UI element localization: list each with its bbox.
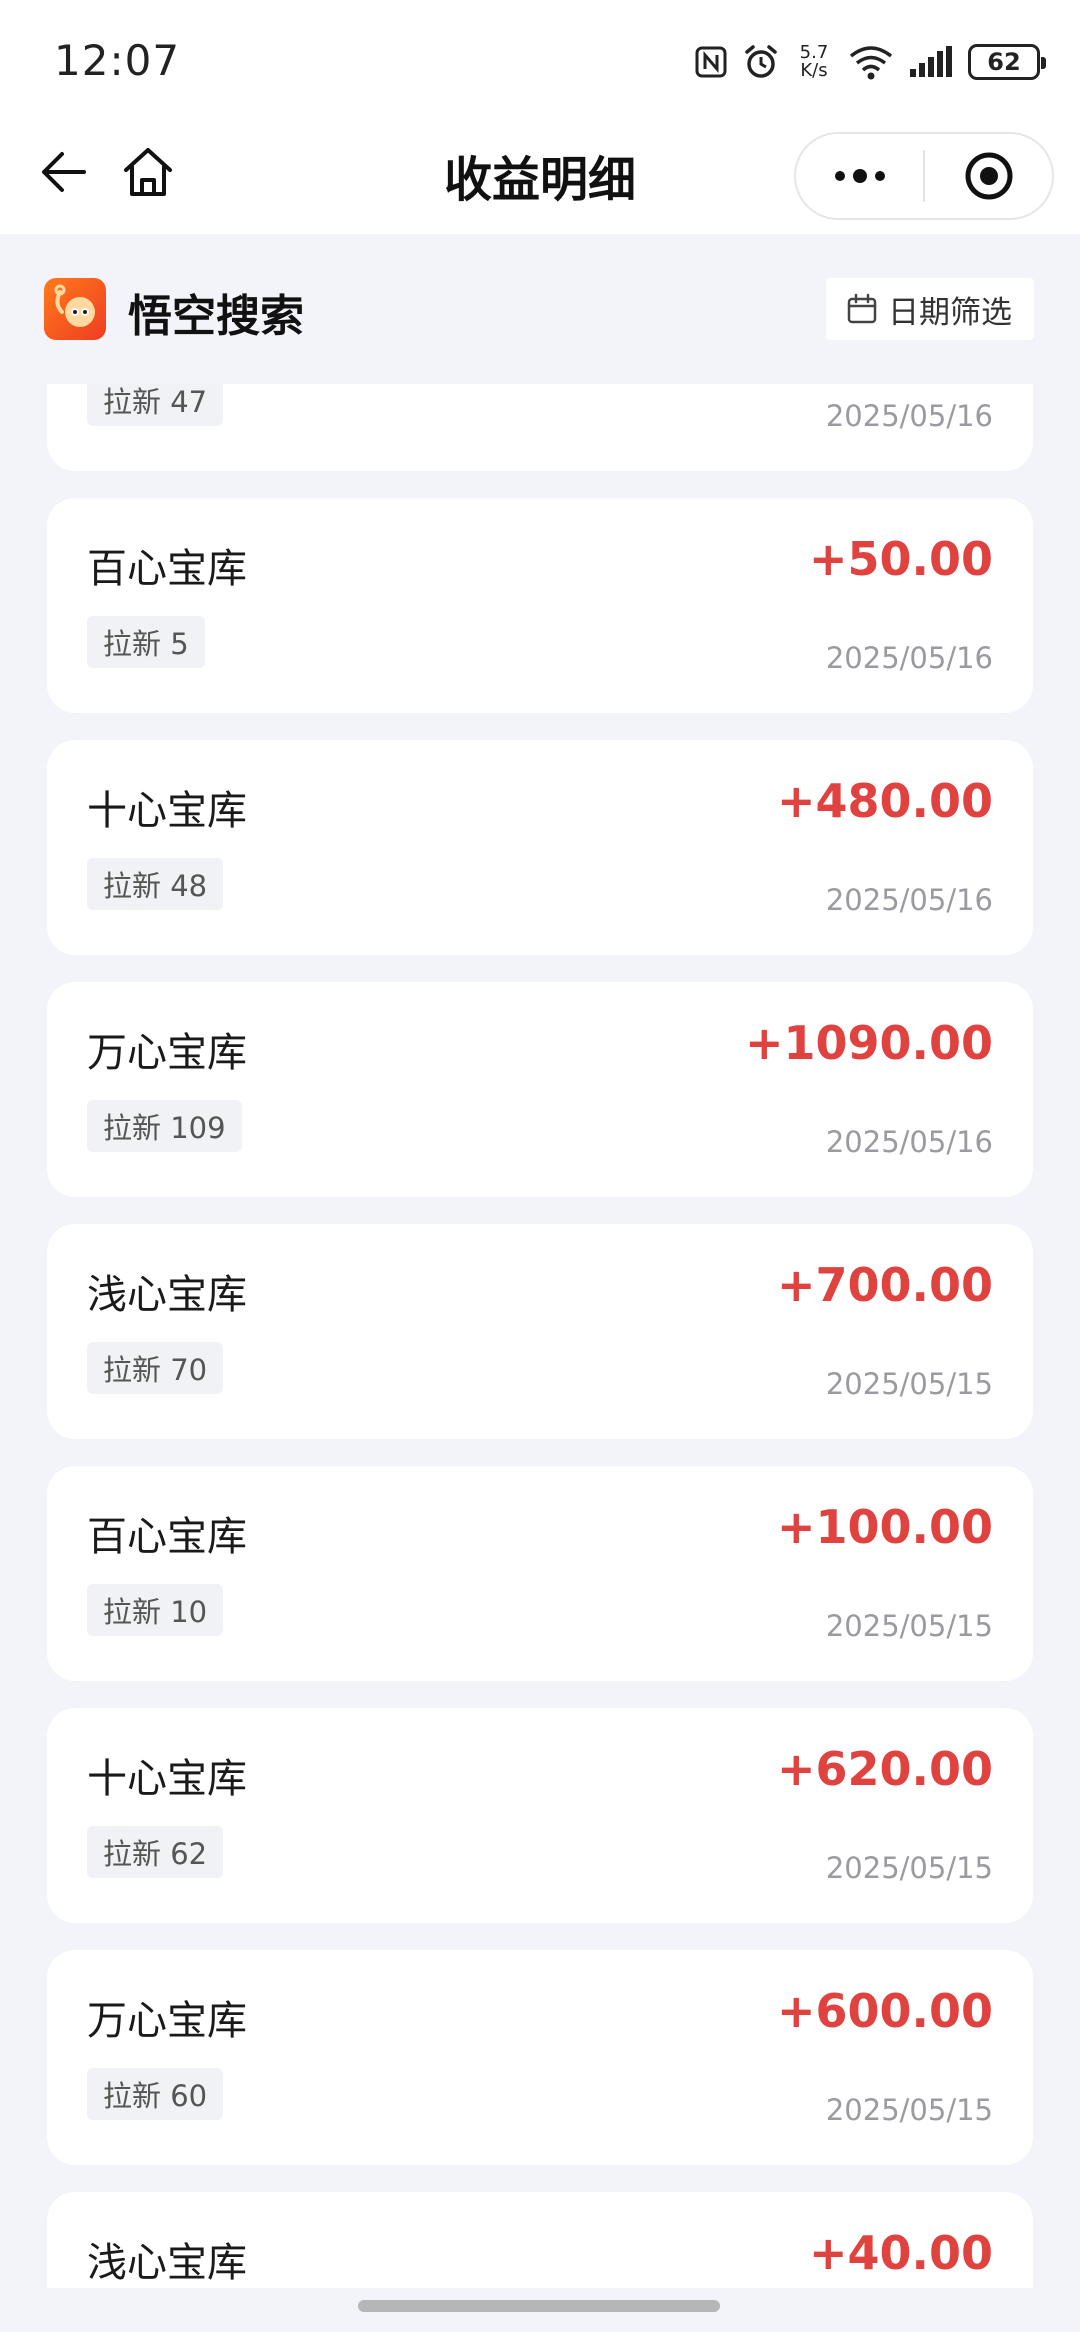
network-speed: 5.7 K/s [794, 44, 834, 80]
calendar-icon [847, 293, 877, 324]
record-name: 百心宝库 [87, 1514, 247, 1560]
record-tag: 拉新 60 [87, 2068, 224, 2120]
battery-level: 62 [987, 48, 1021, 76]
record-name: 十心宝库 [87, 1756, 247, 1802]
record-tag: 拉新 47 [87, 384, 224, 426]
record-amount: +620.00 [776, 1742, 993, 1796]
record-date: 2025/05/15 [825, 1851, 993, 1885]
nfc-icon [695, 46, 727, 78]
app-name: 悟空搜索 [128, 291, 304, 342]
more-button[interactable] [796, 134, 923, 218]
earning-record-card[interactable]: 百心宝库 +50.00 拉新 5 2025/05/16 [47, 498, 1033, 713]
record-date: 2025/05/15 [825, 2093, 993, 2127]
earning-record-card[interactable]: 十心宝库 +480.00 拉新 48 2025/05/16 [47, 740, 1033, 955]
earning-record-card[interactable]: 万心宝库 +1090.00 拉新 109 2025/05/16 [47, 982, 1033, 1197]
close-mini-program-button[interactable] [925, 134, 1052, 218]
record-amount: +700.00 [776, 1258, 993, 1312]
earning-record-card[interactable]: 万心宝库 +600.00 拉新 60 2025/05/15 [47, 1950, 1033, 2165]
target-circle-icon [965, 152, 1012, 200]
record-date: 2025/05/16 [825, 1125, 993, 1159]
earning-record-card[interactable]: 拉新 47 2025/05/16 [47, 384, 1033, 471]
record-date: 2025/05/16 [825, 641, 993, 675]
record-name: 万心宝库 [87, 1998, 247, 2044]
record-amount: +50.00 [808, 532, 993, 586]
wifi-icon [849, 46, 893, 80]
record-date: 2025/05/15 [825, 1609, 993, 1643]
record-name: 万心宝库 [87, 1030, 247, 1076]
date-filter-label: 日期筛选 [888, 294, 1012, 331]
monkey-logo-icon [54, 284, 95, 327]
earning-record-card[interactable]: 百心宝库 +100.00 拉新 10 2025/05/15 [47, 1466, 1033, 1681]
app-logo [44, 278, 106, 340]
record-name: 十心宝库 [87, 788, 247, 834]
earning-record-card[interactable]: 浅心宝库 +700.00 拉新 70 2025/05/15 [47, 1224, 1033, 1439]
record-tag: 拉新 48 [87, 858, 224, 910]
record-tag: 拉新 109 [87, 1100, 242, 1152]
battery-icon: 62 [968, 44, 1046, 80]
record-tag: 拉新 10 [87, 1584, 224, 1636]
record-date: 2025/05/15 [825, 1367, 993, 1401]
home-indicator[interactable] [358, 2300, 720, 2312]
mini-program-capsule [794, 132, 1054, 220]
nav-bar: 收益明细 [0, 120, 1080, 234]
network-speed-unit: K/s [800, 60, 828, 81]
record-amount: +600.00 [776, 1984, 993, 2038]
alarm-icon [745, 45, 777, 78]
earnings-list-content: 拉新 47 2025/05/16 百心宝库 +50.00 拉新 5 2025/0… [47, 384, 1033, 2288]
record-name: 百心宝库 [87, 546, 247, 592]
status-time: 12:07 [54, 36, 181, 85]
status-bar: 12:07 5.7 K/s 62 [0, 0, 1080, 120]
more-dots-icon [834, 169, 885, 183]
record-name: 浅心宝库 [87, 2240, 247, 2286]
record-tag: 拉新 70 [87, 1342, 224, 1394]
record-name: 浅心宝库 [87, 1272, 247, 1318]
app-header: 悟空搜索 日期筛选 [0, 234, 1080, 384]
earning-record-card[interactable]: 十心宝库 +620.00 拉新 62 2025/05/15 [47, 1708, 1033, 1923]
earning-record-card[interactable]: 浅心宝库 +40.00 [47, 2192, 1033, 2288]
record-amount: +1090.00 [744, 1016, 993, 1070]
record-amount: +100.00 [776, 1500, 993, 1554]
record-amount: +40.00 [808, 2226, 993, 2280]
earnings-list[interactable]: 拉新 47 2025/05/16 百心宝库 +50.00 拉新 5 2025/0… [0, 384, 1080, 2288]
record-tag: 拉新 62 [87, 1826, 224, 1878]
record-date: 2025/05/16 [825, 399, 993, 433]
date-filter-button[interactable]: 日期筛选 [826, 278, 1034, 340]
record-date: 2025/05/16 [825, 883, 993, 917]
record-tag: 拉新 5 [87, 616, 205, 668]
record-amount: +480.00 [776, 774, 993, 828]
signal-icon [910, 46, 952, 77]
status-icons: 5.7 K/s 62 [694, 38, 1046, 86]
